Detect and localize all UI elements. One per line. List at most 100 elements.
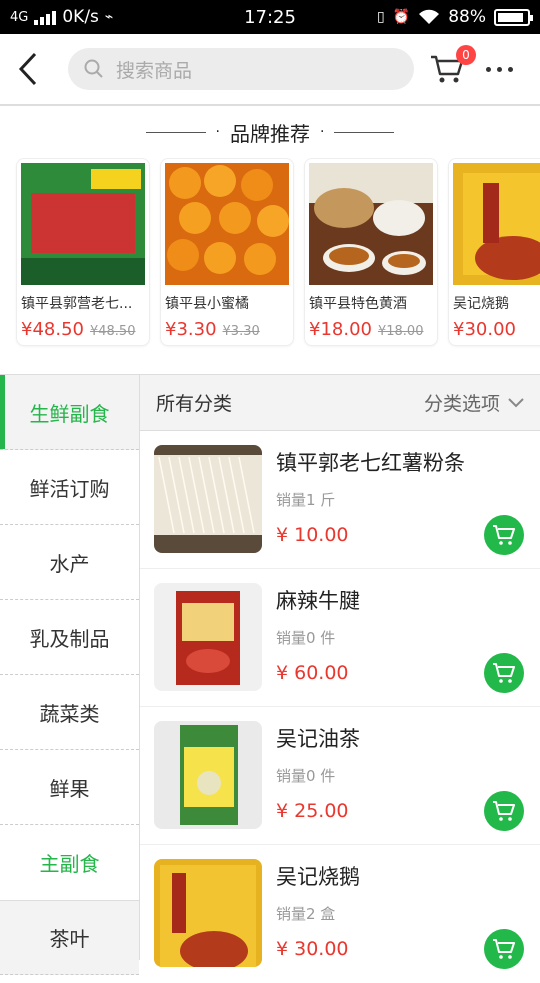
brand-section-title: · 品牌推荐 ·	[0, 106, 540, 158]
status-bar: 4G 0K/s ⌁ 17:25 ▯ ⏰ 88%	[0, 0, 540, 34]
product-name: 麻辣牛腱	[276, 589, 360, 613]
product-price: ¥ 10.00	[276, 524, 349, 546]
sidebar-item-label: 生鲜副食	[29, 401, 110, 426]
product-row[interactable]: 吴记油茶 销量0 件 ¥ 25.00	[140, 707, 540, 845]
brand-item-old-price: ¥3.30	[222, 324, 260, 339]
product-image	[165, 163, 289, 285]
add-to-cart-button[interactable]	[484, 653, 524, 693]
brand-item-price: ¥3.30	[165, 319, 217, 340]
battery-percent: 88%	[448, 7, 486, 27]
product-price: ¥ 60.00	[276, 662, 349, 684]
sidebar-item-label: 蔬菜类	[39, 701, 100, 726]
battery-icon	[494, 8, 533, 26]
sidebar-item-staples[interactable]: 主副食	[0, 825, 139, 900]
sidebar-item-fresh[interactable]: 生鲜副食	[0, 375, 139, 450]
brand-card[interactable]: 镇平县郭营老七... ¥48.50 ¥48.50	[16, 158, 150, 346]
category-browser: 生鲜副食 鲜活订购 水产 乳及制品 蔬菜类 鲜果 主副食 茶叶 所有分类 分类选…	[0, 374, 540, 975]
divider	[334, 131, 395, 133]
cart-icon	[493, 801, 515, 821]
cart-badge: 0	[456, 45, 476, 65]
brand-item-price: ¥18.00	[309, 319, 372, 340]
all-categories-label: 所有分类	[156, 393, 233, 415]
product-sales: 销量0 件	[276, 767, 336, 785]
product-image	[21, 163, 145, 285]
network-speed: 0K/s	[62, 7, 99, 27]
network-type: 4G	[10, 9, 29, 25]
title-dot: ·	[320, 124, 325, 140]
sidebar-item-seafood[interactable]: 水产	[0, 525, 139, 600]
wifi-icon	[419, 9, 440, 24]
alarm-icon: ⏰	[392, 9, 411, 25]
product-price: ¥ 25.00	[276, 800, 349, 822]
sidebar-item-label: 鲜果	[49, 776, 90, 801]
product-price: ¥ 30.00	[276, 938, 349, 960]
add-to-cart-button[interactable]	[484, 929, 524, 969]
product-name: 吴记油茶	[276, 727, 360, 751]
product-image	[154, 583, 262, 691]
product-sales: 销量1 斤	[276, 491, 336, 509]
product-sales: 销量0 件	[276, 629, 336, 647]
sidebar-item-fruit[interactable]: 鲜果	[0, 750, 139, 825]
brand-item-price: ¥48.50	[21, 319, 84, 340]
cart-button[interactable]: 0	[430, 45, 476, 89]
brand-item-old-price: ¥48.50	[89, 324, 136, 339]
search-input[interactable]: 搜索商品	[68, 48, 414, 90]
search-icon	[84, 59, 103, 78]
more-menu-button[interactable]	[486, 66, 513, 72]
brand-item-name: 镇平县特色黄酒	[309, 296, 407, 312]
sidebar-item-label: 水产	[49, 551, 90, 576]
category-options-dropdown[interactable]: 分类选项	[424, 389, 524, 416]
product-row[interactable]: 镇平郭老七红薯粉条 销量1 斤 ¥ 10.00	[140, 431, 540, 569]
product-image	[154, 721, 262, 829]
cart-icon	[493, 939, 515, 959]
dot-icon	[497, 66, 502, 72]
product-image	[453, 163, 540, 285]
product-image	[154, 445, 262, 553]
sidebar-item-tea[interactable]: 茶叶	[0, 900, 139, 975]
sidebar-item-label: 主副食	[39, 852, 100, 876]
back-arrow-icon	[18, 52, 37, 86]
top-bar: 搜索商品 0	[0, 34, 540, 106]
brand-item-price: ¥30.00	[453, 319, 516, 340]
cart-icon	[493, 663, 515, 683]
brand-card[interactable]: 镇平县小蜜橘 ¥3.30 ¥3.30	[160, 158, 294, 346]
brand-item-name: 镇平县小蜜橘	[165, 296, 249, 312]
product-sales: 销量2 盒	[276, 905, 336, 923]
brand-item-name: 镇平县郭营老七...	[21, 296, 133, 312]
product-name: 吴记烧鹅	[276, 865, 360, 889]
brand-card[interactable]: 镇平县特色黄酒 ¥18.00 ¥18.00	[304, 158, 438, 346]
sidebar-item-label: 鲜活订购	[29, 476, 110, 501]
cart-icon	[493, 525, 515, 545]
sidebar-item-dairy[interactable]: 乳及制品	[0, 600, 139, 675]
clock: 17:25	[244, 6, 296, 28]
sidebar-item-vegetables[interactable]: 蔬菜类	[0, 675, 139, 750]
chevron-down-icon	[508, 397, 524, 407]
product-image	[309, 163, 433, 285]
brand-item-name: 吴记烧鹅	[453, 296, 509, 312]
title-dot: ·	[215, 124, 220, 140]
dot-icon	[486, 66, 491, 72]
sidebar-item-live[interactable]: 鲜活订购	[0, 450, 139, 525]
back-button[interactable]	[18, 49, 48, 89]
brand-list: 镇平县郭营老七... ¥48.50 ¥48.50 镇平县小蜜橘 ¥3.30 ¥3.3…	[0, 158, 540, 354]
dot-icon	[508, 66, 513, 72]
product-row[interactable]: 麻辣牛腱 销量0 件 ¥ 60.00	[140, 569, 540, 707]
category-sidebar: 生鲜副食 鲜活订购 水产 乳及制品 蔬菜类 鲜果 主副食 茶叶	[0, 375, 140, 975]
category-header: 所有分类 分类选项	[140, 375, 540, 431]
product-name: 镇平郭老七红薯粉条	[276, 451, 465, 475]
usb-icon: ⌁	[104, 9, 114, 25]
sidebar-item-label: 茶叶	[49, 927, 90, 951]
product-list-panel: 所有分类 分类选项 镇平郭老七红薯粉条 销量1 斤 ¥ 10.00 麻辣牛腱 销…	[140, 375, 540, 969]
add-to-cart-button[interactable]	[484, 791, 524, 831]
category-options-label: 分类选项	[423, 393, 500, 415]
product-image	[154, 859, 262, 967]
product-row[interactable]: 吴记烧鹅 销量2 盒 ¥ 30.00	[140, 845, 540, 983]
divider	[145, 131, 206, 133]
signal-icon	[34, 9, 57, 25]
add-to-cart-button[interactable]	[484, 515, 524, 555]
brand-card[interactable]: 吴记烧鹅 ¥30.00	[448, 158, 540, 346]
search-placeholder: 搜索商品	[116, 59, 193, 82]
vibrate-icon: ▯	[377, 9, 385, 25]
brand-item-old-price: ¥18.00	[377, 324, 424, 339]
sidebar-item-label: 乳及制品	[29, 626, 110, 651]
